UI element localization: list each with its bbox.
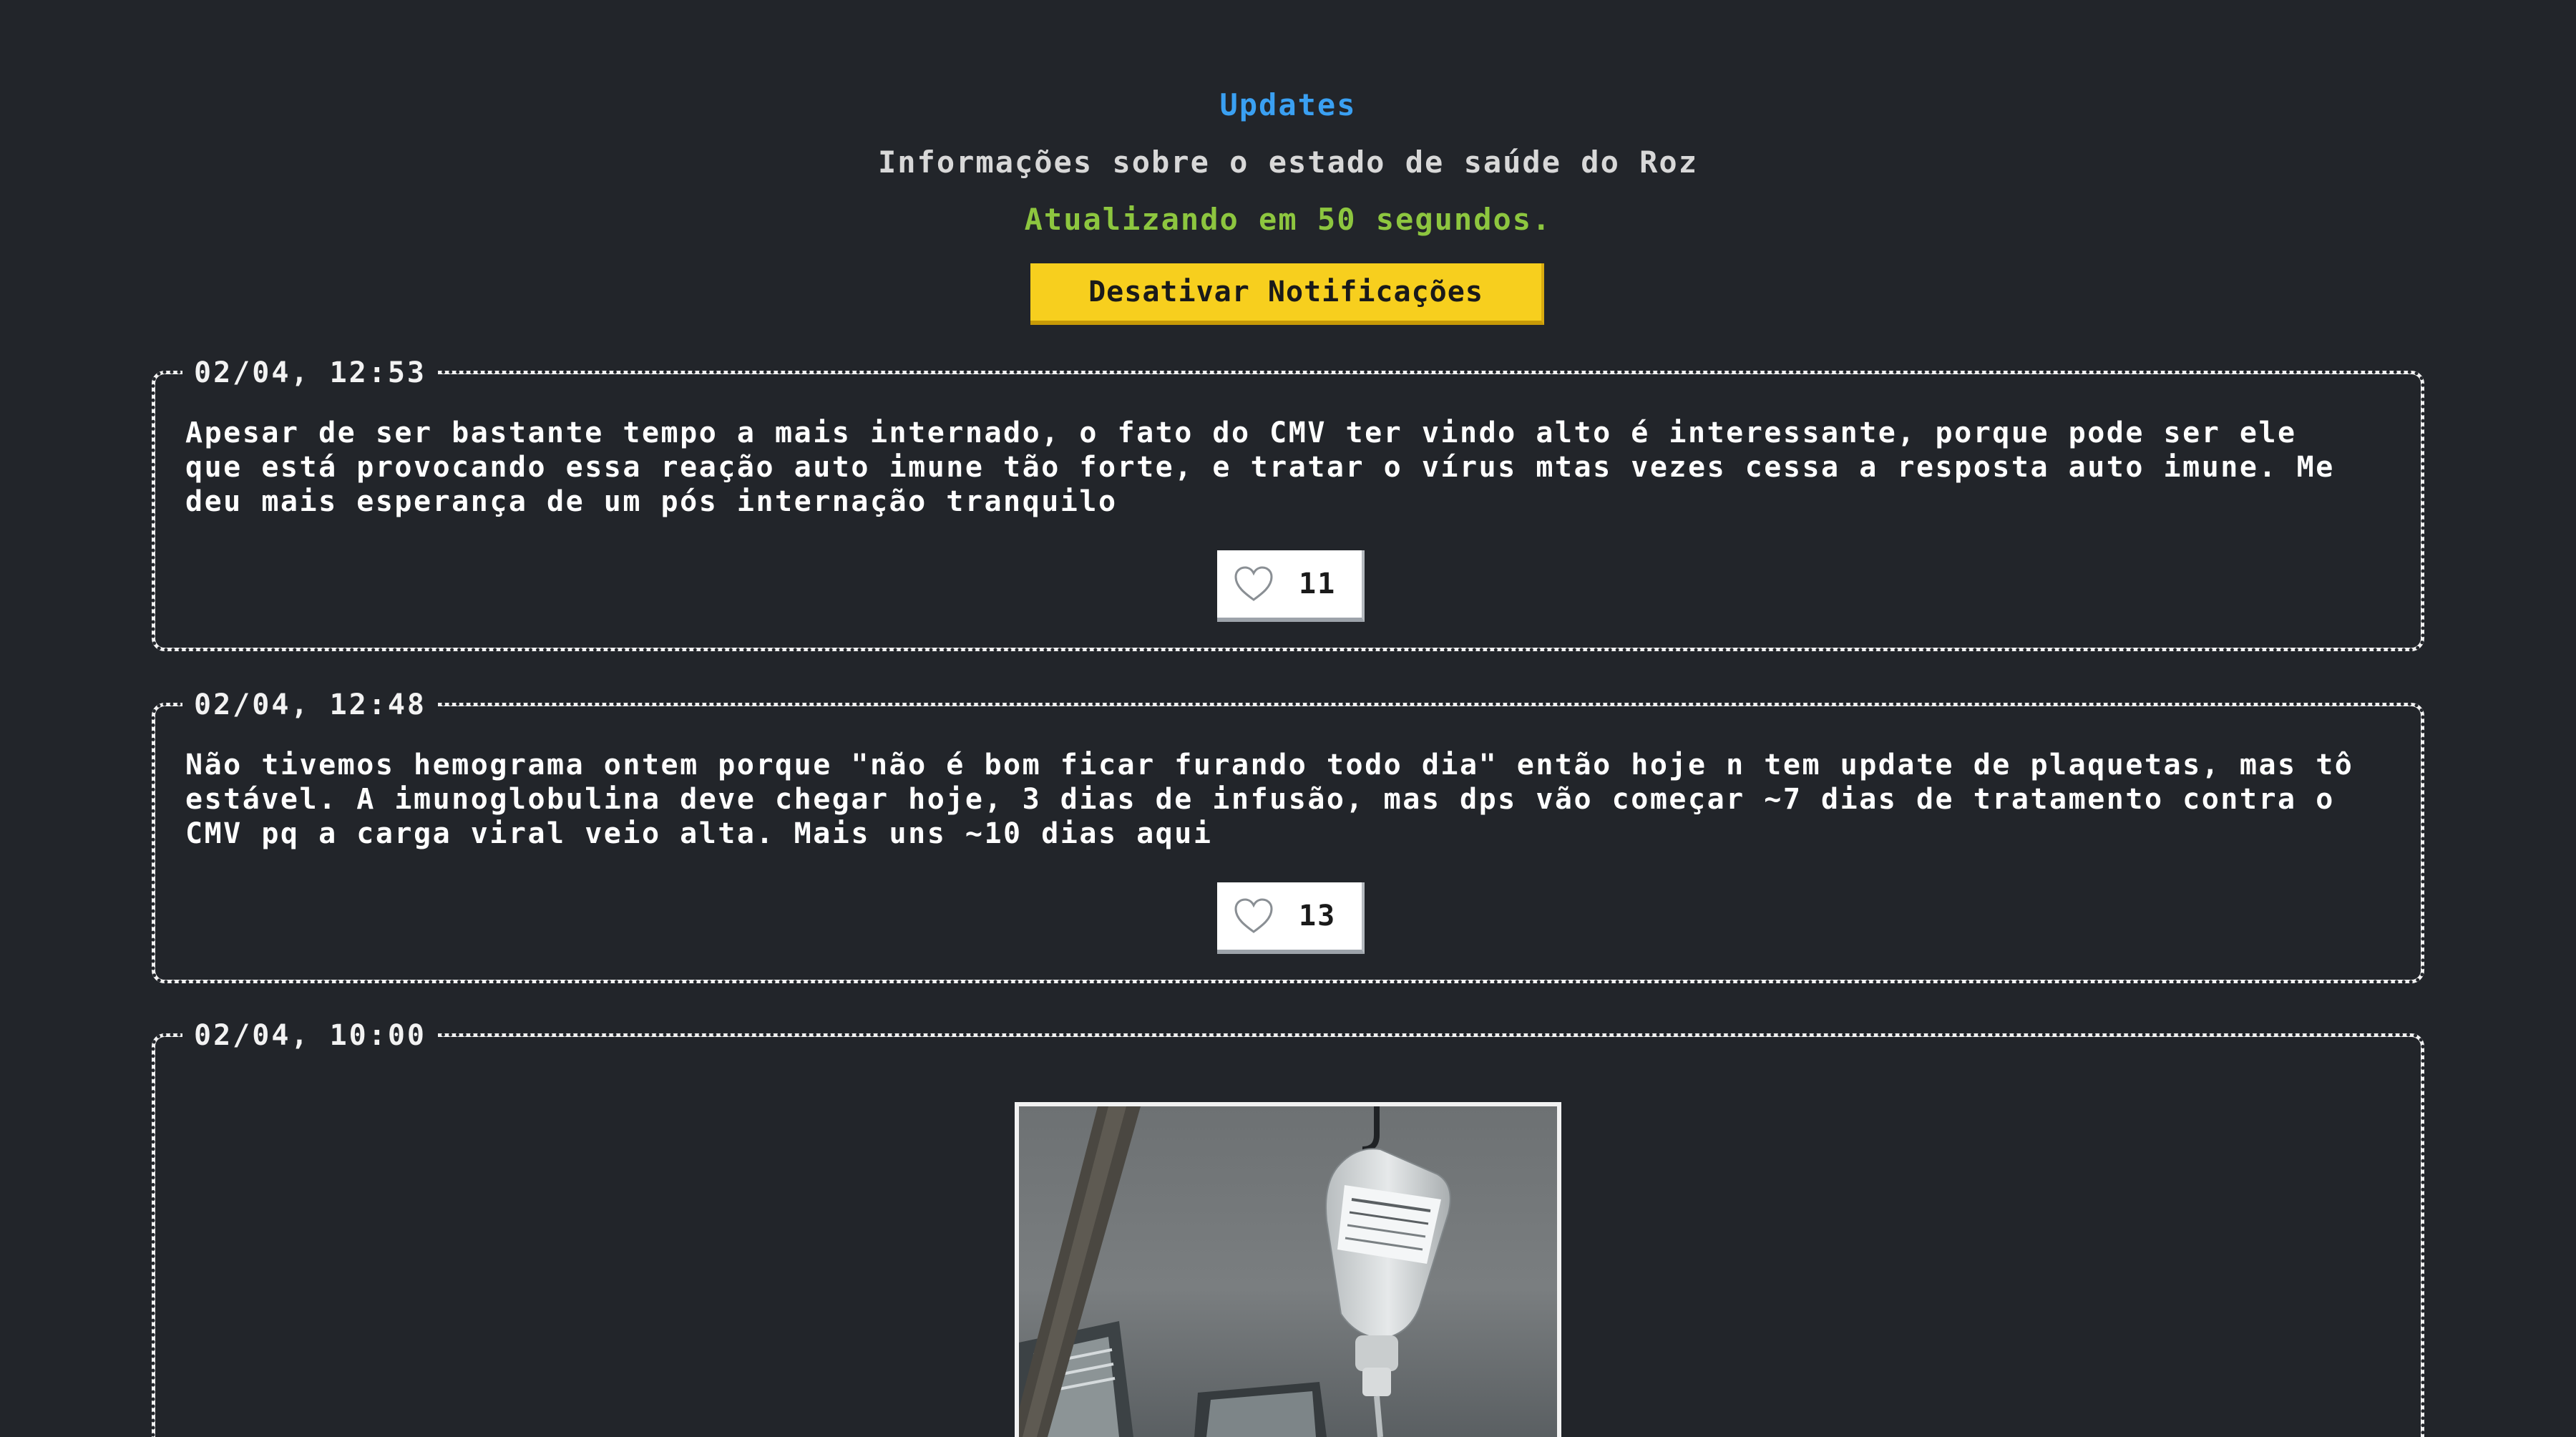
update-card: 02/04, 12:53 Apesar de ser bastante temp… <box>152 353 2424 651</box>
like-count: 11 <box>1299 568 1337 600</box>
like-button[interactable]: 11 <box>1217 550 1365 622</box>
updates-page: Updates Informações sobre o estado de sa… <box>0 0 2576 1437</box>
like-button[interactable]: 13 <box>1217 882 1365 954</box>
update-photo[interactable] <box>1015 1102 1561 1437</box>
heart-icon <box>1234 566 1273 601</box>
update-date: 02/04, 12:53 <box>182 353 438 393</box>
page-title: Updates <box>1219 87 1357 122</box>
page-subtitle: Informações sobre o estado de saúde do R… <box>877 145 1699 180</box>
heart-icon <box>1234 898 1273 933</box>
refresh-status: Atualizando em 50 segundos. <box>1024 202 1552 237</box>
update-date: 02/04, 10:00 <box>182 1015 438 1056</box>
iv-bag-photo <box>1019 1106 1557 1437</box>
update-card: 02/04, 12:48 Não tivemos hemograma ontem… <box>152 685 2424 983</box>
update-date: 02/04, 12:48 <box>182 685 438 725</box>
disable-notifications-button[interactable]: Desativar Notificações <box>1030 263 1544 325</box>
update-text: Apesar de ser bastante tempo a mais inte… <box>185 417 2354 518</box>
update-text: Não tivemos hemograma ontem porque "não … <box>185 749 2373 850</box>
like-count: 13 <box>1299 900 1337 932</box>
